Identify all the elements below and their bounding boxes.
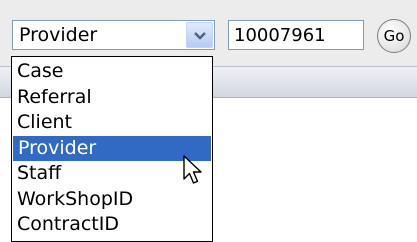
go-button[interactable]: Go xyxy=(377,19,411,53)
dropdown-option-provider[interactable]: Provider xyxy=(13,135,211,161)
search-type-select[interactable]: Provider xyxy=(12,20,215,50)
dropdown-option-case[interactable]: Case xyxy=(12,59,212,85)
search-type-value: Provider xyxy=(19,24,98,46)
chevron-down-icon[interactable] xyxy=(186,22,213,48)
search-id-input[interactable] xyxy=(228,20,364,50)
dropdown-option-referral[interactable]: Referral xyxy=(12,85,212,111)
dropdown-option-staff[interactable]: Staff xyxy=(12,161,212,187)
search-type-dropdown[interactable]: Case Referral Client Provider Staff Work… xyxy=(11,56,213,242)
dropdown-option-contractid[interactable]: ContractID xyxy=(12,212,212,238)
mouse-pointer-icon xyxy=(183,155,202,184)
dropdown-option-workshopid[interactable]: WorkShopID xyxy=(12,187,212,213)
dropdown-option-client[interactable]: Client xyxy=(12,110,212,136)
